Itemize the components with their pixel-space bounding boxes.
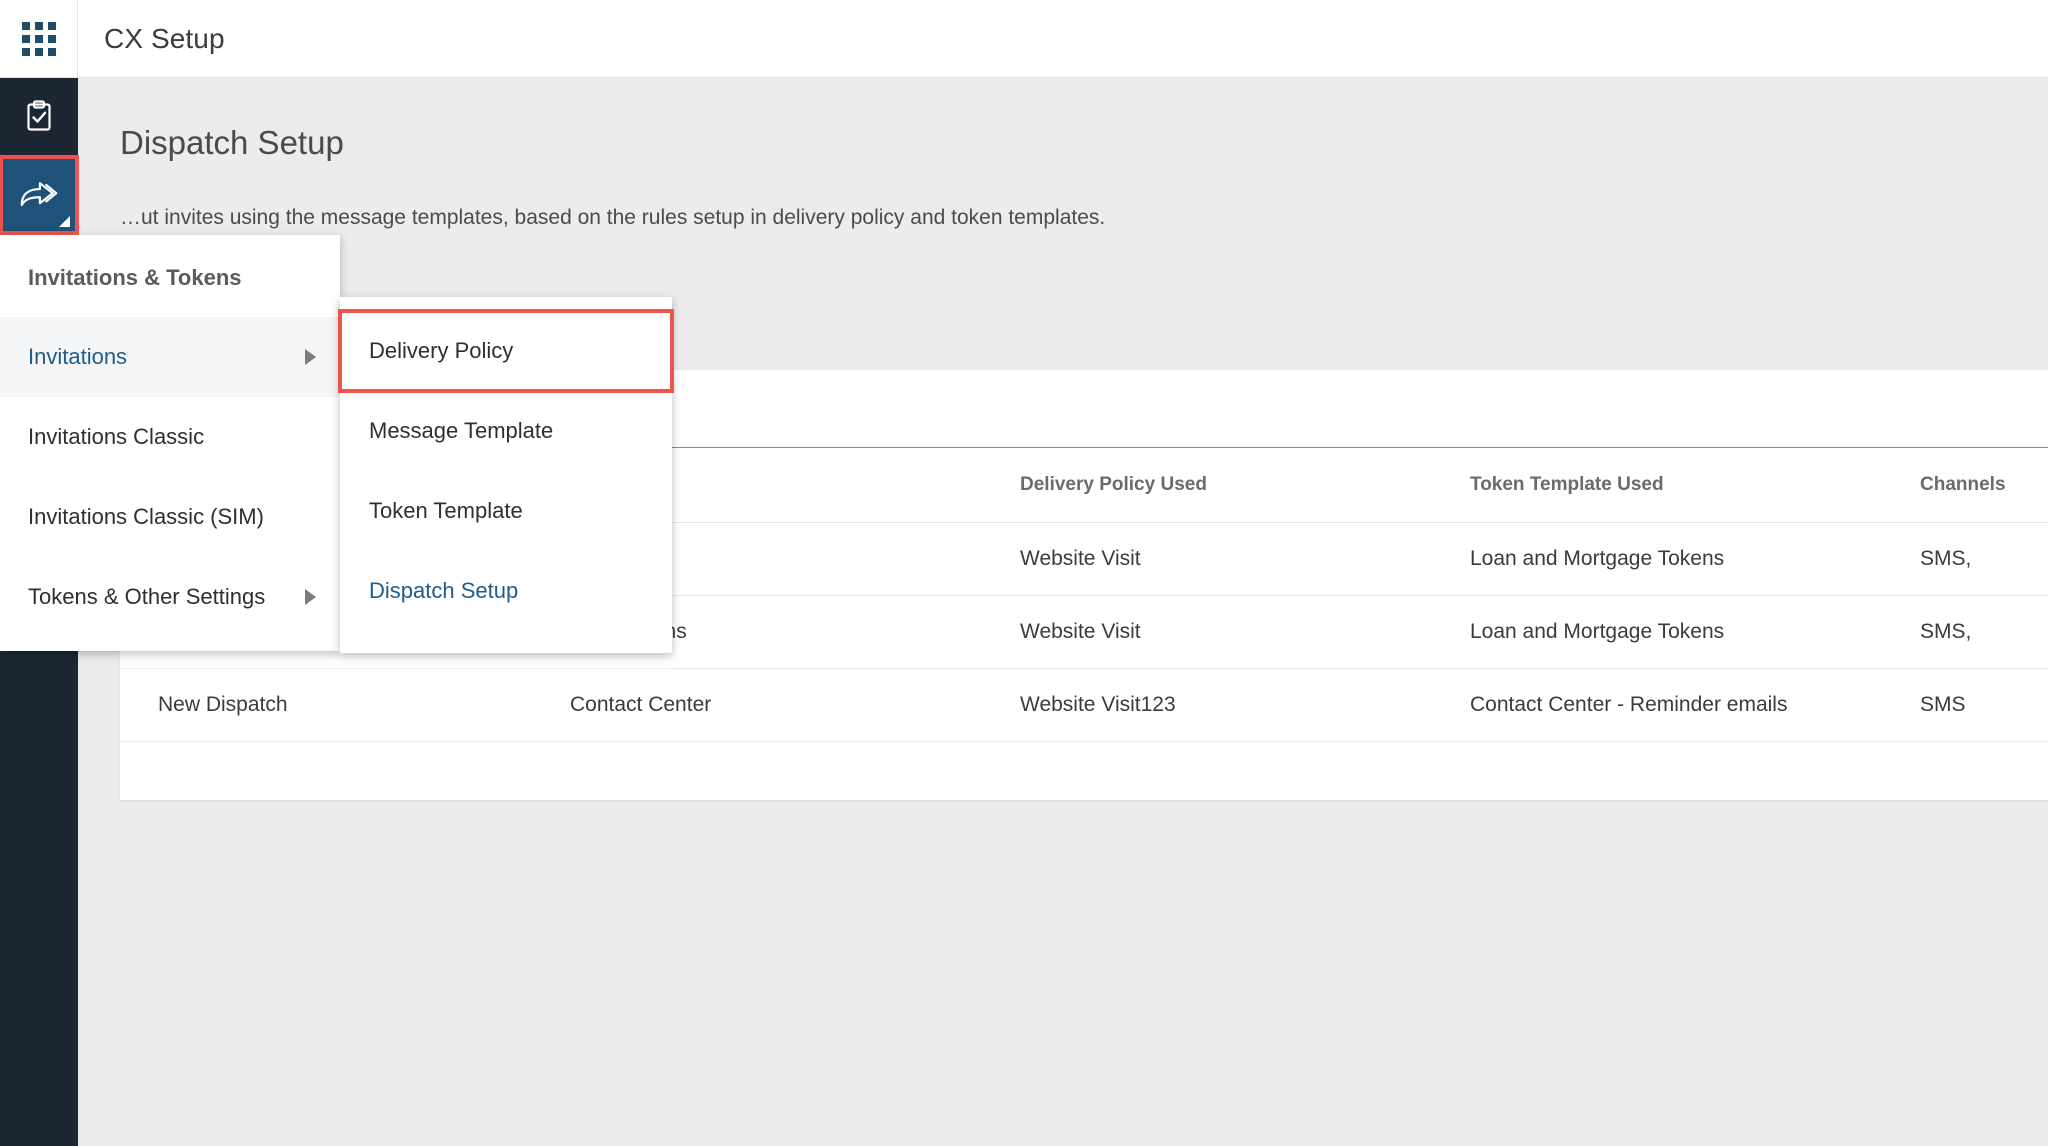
cell-token-template: Contact Center - Reminder emails [1470, 668, 1920, 742]
menu-item-label: Invitations Classic [28, 424, 205, 449]
submenu-item-delivery-policy[interactable]: Delivery Policy [338, 309, 674, 393]
app-title: CX Setup [104, 22, 225, 54]
cell-delivery-policy: Website Visit [1020, 595, 1470, 669]
flyout-heading: Invitations & Tokens [28, 265, 242, 290]
app-grid-icon [21, 21, 56, 56]
menu-item-label: Invitations [28, 344, 128, 369]
submenu-item-message-template[interactable]: Message Template [340, 391, 672, 471]
cell-token-template: Loan and Mortgage Tokens [1470, 522, 1920, 596]
cell-name: New Dispatch [120, 668, 570, 742]
cell-channels: SMS, [1920, 595, 2048, 669]
submenu-item-label: Message Template [369, 418, 554, 443]
column-header-token-template[interactable]: Token Template Used [1470, 448, 1920, 523]
menu-item-invitations-classic-sim[interactable]: Invitations Classic (SIM) [0, 477, 340, 557]
menu-item-tokens-other-settings[interactable]: Tokens & Other Settings [0, 557, 340, 637]
cell-channels: SMS, [1920, 522, 2048, 596]
menu-item-label: Tokens & Other Settings [28, 584, 266, 609]
column-header-delivery-policy[interactable]: Delivery Policy Used [1020, 448, 1470, 523]
submenu-item-label: Token Template [369, 498, 523, 523]
menu-item-invitations[interactable]: Invitations [0, 317, 340, 397]
column-header-channels[interactable]: Channels [1920, 448, 2048, 523]
submenu-item-label: Dispatch Setup [369, 578, 519, 603]
flyout-menu-level2: Delivery Policy Message Template Token T… [338, 297, 674, 653]
forward-arrows-icon [19, 180, 59, 210]
app-grid-button[interactable] [0, 0, 78, 77]
rail-item-invitations-tokens[interactable] [0, 155, 79, 235]
chevron-right-icon [305, 589, 316, 605]
page-description: …ut invites using the message templates,… [120, 206, 1106, 229]
cell-delivery-policy: Website Visit123 [1020, 668, 1470, 742]
cell-token-template: Loan and Mortgage Tokens [1470, 595, 1920, 669]
menu-item-invitations-classic[interactable]: Invitations Classic [0, 397, 340, 477]
chevron-right-icon [305, 349, 316, 365]
submenu-item-label: Delivery Policy [369, 338, 514, 363]
rail-item-clipboard[interactable] [0, 78, 78, 156]
clipboard-check-icon [24, 100, 54, 134]
page-title: Dispatch Setup [120, 124, 344, 161]
top-bar: CX Setup [0, 0, 2048, 78]
app-root: CX Setup Dispatch Setup …ut invites usin… [0, 0, 2048, 1146]
table-row[interactable]: New Dispatch Contact Center Website Visi… [120, 668, 2048, 742]
submenu-indicator-icon [59, 216, 70, 227]
submenu-item-token-template[interactable]: Token Template [340, 471, 672, 551]
cell-delivery-policy: Website Visit [1020, 522, 1470, 596]
cell-questionnaire: Contact Center [570, 668, 1020, 742]
flyout-menu-level1: Invitations & Tokens Invitations Invitat… [0, 235, 340, 651]
menu-item-label: Invitations Classic (SIM) [28, 504, 264, 529]
cell-channels: SMS [1920, 668, 2048, 742]
submenu-item-dispatch-setup[interactable]: Dispatch Setup [340, 551, 672, 631]
